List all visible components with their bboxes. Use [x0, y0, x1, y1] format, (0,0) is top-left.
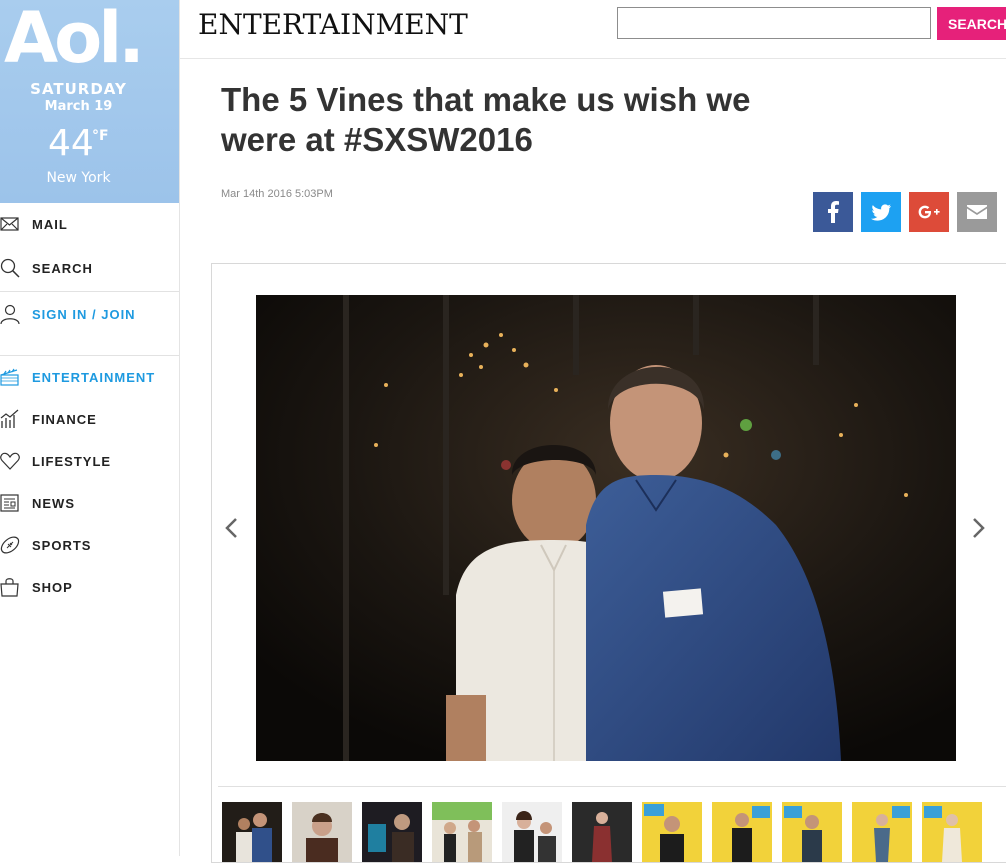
- sidebar-item-finance[interactable]: FINANCE: [0, 407, 179, 431]
- sidebar-item-mail[interactable]: MAIL: [0, 212, 179, 236]
- article-timestamp: Mar 14th 2016 5:03PM: [221, 188, 333, 200]
- weather-unit: °F: [92, 128, 109, 144]
- weather-day: SATURDAY: [30, 80, 127, 98]
- sidebar-item-label: SPORTS: [32, 537, 92, 553]
- share-email-button[interactable]: [957, 192, 997, 232]
- gallery-thumbnail[interactable]: [222, 802, 282, 862]
- sidebar-item-entertainment[interactable]: ENTERTAINMENT: [0, 365, 179, 389]
- email-icon: [967, 205, 987, 219]
- gallery-thumbnail[interactable]: [502, 802, 562, 862]
- main-photo-image: [256, 295, 956, 761]
- weather-temperature: 44: [48, 123, 94, 164]
- weather-date: March 19: [44, 99, 113, 114]
- article-headline: The 5 Vines that make us wish we were at…: [221, 81, 751, 158]
- sidebar-item-label: NEWS: [32, 495, 75, 511]
- facebook-icon: [828, 201, 839, 223]
- mail-icon: [0, 217, 19, 231]
- sidebar-item-label: SHOP: [32, 579, 73, 595]
- search-button[interactable]: SEARCH: [937, 7, 1006, 40]
- sidebar-item-label: LIFESTYLE: [32, 453, 112, 469]
- shopping-bag-icon: [0, 578, 19, 597]
- sidebar-item-label: SEARCH: [32, 260, 93, 276]
- sidebar-item-news[interactable]: NEWS: [0, 491, 179, 515]
- sidebar-item-label: ENTERTAINMENT: [32, 369, 156, 385]
- sidebar: Aol. SATURDAY March 19 44 °F New York MA…: [0, 0, 180, 856]
- weather-city: New York: [46, 170, 111, 186]
- gallery-main-photo[interactable]: [256, 295, 956, 761]
- photo-gallery: [211, 263, 1006, 863]
- divider: [218, 786, 1006, 787]
- search-icon: [0, 258, 20, 278]
- gallery-thumbnail[interactable]: [782, 802, 842, 862]
- chart-icon: [0, 409, 19, 428]
- sidebar-item-label: FINANCE: [32, 411, 97, 427]
- gallery-thumbnail[interactable]: [642, 802, 702, 862]
- google-plus-icon: [918, 205, 940, 219]
- sidebar-item-sports[interactable]: SPORTS: [0, 533, 179, 557]
- gallery-thumbnail[interactable]: [572, 802, 632, 862]
- gallery-thumbnail[interactable]: [292, 802, 352, 862]
- sidebar-item-shop[interactable]: SHOP: [0, 575, 179, 599]
- search-input[interactable]: [617, 7, 931, 39]
- heart-icon: [0, 452, 20, 470]
- user-icon: [0, 304, 20, 324]
- share-facebook-button[interactable]: [813, 192, 853, 232]
- sidebar-item-sign-in[interactable]: SIGN IN / JOIN: [0, 302, 179, 326]
- twitter-icon: [871, 203, 891, 221]
- divider: [0, 291, 179, 292]
- divider: [0, 355, 179, 356]
- gallery-thumbnail[interactable]: [712, 802, 772, 862]
- section-title[interactable]: ENTERTAINMENT: [198, 8, 468, 41]
- gallery-thumbnail[interactable]: [362, 802, 422, 862]
- aol-logo[interactable]: Aol.: [4, 0, 145, 78]
- header: ENTERTAINMENT SEARCH: [180, 0, 1006, 59]
- share-google-plus-button[interactable]: [909, 192, 949, 232]
- sidebar-item-lifestyle[interactable]: LIFESTYLE: [0, 449, 179, 473]
- football-icon: [0, 536, 20, 554]
- chevron-right-icon[interactable]: [966, 516, 990, 540]
- gallery-thumbnail[interactable]: [852, 802, 912, 862]
- chevron-left-icon[interactable]: [220, 516, 244, 540]
- newspaper-icon: [0, 494, 19, 512]
- sidebar-item-search[interactable]: SEARCH: [0, 256, 179, 280]
- weather-widget[interactable]: Aol. SATURDAY March 19 44 °F New York: [0, 0, 179, 203]
- gallery-thumbnail[interactable]: [922, 802, 982, 862]
- share-twitter-button[interactable]: [861, 192, 901, 232]
- sidebar-item-label: MAIL: [32, 216, 68, 232]
- clapperboard-icon: [0, 368, 19, 386]
- sidebar-item-label: SIGN IN / JOIN: [32, 306, 136, 322]
- gallery-thumbnail[interactable]: [432, 802, 492, 862]
